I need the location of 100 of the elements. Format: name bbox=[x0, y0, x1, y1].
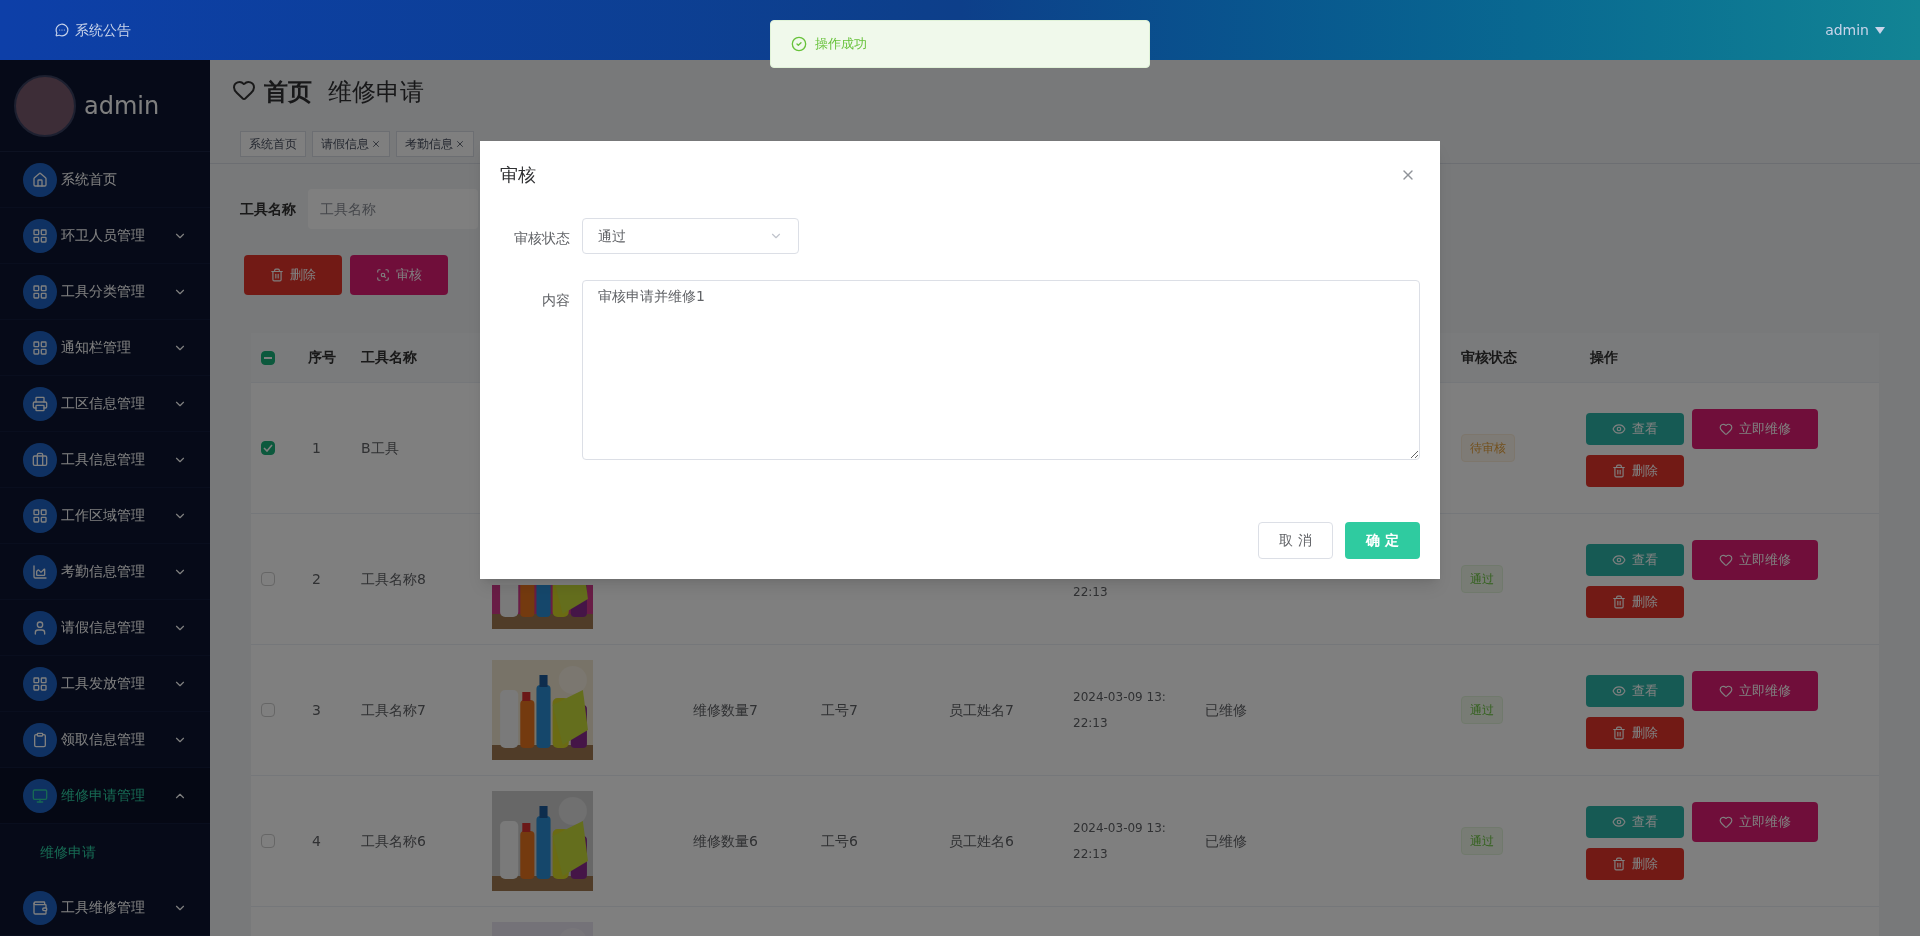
trash-icon bbox=[1612, 464, 1626, 478]
home-icon bbox=[23, 162, 57, 197]
review-button[interactable]: 审核 bbox=[350, 255, 448, 295]
row-checkbox[interactable] bbox=[261, 572, 275, 586]
caret-icon bbox=[1875, 26, 1885, 34]
page-tag[interactable]: 系统首页 bbox=[240, 130, 306, 157]
table-cell-text: 已维修 bbox=[1204, 831, 1248, 851]
table-cell-text: 员工姓名6 bbox=[948, 831, 1015, 851]
trash-icon bbox=[1612, 857, 1626, 871]
row-checkbox[interactable] bbox=[261, 441, 275, 455]
grid-icon bbox=[23, 666, 57, 701]
close-icon[interactable] bbox=[455, 138, 465, 149]
delete-button[interactable]: 删除 bbox=[1586, 848, 1684, 880]
page-tag[interactable]: 考勤信息 bbox=[396, 130, 474, 157]
sidebar-item[interactable]: 系统首页 bbox=[0, 152, 210, 208]
printer-icon bbox=[23, 386, 57, 421]
eye-icon bbox=[1612, 815, 1626, 829]
sidebar-item[interactable]: 工作区域管理 bbox=[0, 488, 210, 544]
wallet-icon bbox=[23, 890, 57, 925]
heart-icon bbox=[232, 78, 256, 102]
page-tag[interactable]: 请假信息 bbox=[312, 130, 390, 157]
grid-icon bbox=[23, 498, 57, 533]
repair-button[interactable]: 立即维修 bbox=[1692, 671, 1818, 711]
cancel-button[interactable]: 取 消 bbox=[1258, 522, 1333, 559]
eye-icon bbox=[1612, 422, 1626, 436]
table-cell-text: 4 bbox=[311, 831, 322, 851]
row-checkbox[interactable] bbox=[261, 834, 275, 848]
sidebar-item[interactable]: 通知栏管理 bbox=[0, 320, 210, 376]
column-header: 操作 bbox=[1589, 348, 1619, 367]
trash-icon bbox=[1612, 726, 1626, 740]
dialog-title: 审核 bbox=[500, 163, 536, 187]
sidebar-item[interactable]: 工具维修管理 bbox=[0, 880, 210, 936]
column-header: 审核状态 bbox=[1460, 348, 1518, 367]
message-icon bbox=[55, 23, 69, 37]
table-cell-text: 工号7 bbox=[820, 700, 859, 720]
table-cell-text: 2024-03-09 13: bbox=[1073, 689, 1167, 706]
column-header: 序号 bbox=[307, 348, 337, 367]
sidebar-user-name: admin bbox=[84, 90, 160, 122]
monitor-icon bbox=[23, 778, 57, 813]
field-label: 审核状态 bbox=[513, 229, 571, 248]
user-name[interactable]: admin bbox=[1825, 19, 1869, 41]
sidebar-item[interactable]: 工区信息管理 bbox=[0, 376, 210, 432]
heart-icon bbox=[1719, 422, 1733, 436]
sidebar-item[interactable]: 工具信息管理 bbox=[0, 432, 210, 488]
breadcrumb-item[interactable]: 首页 bbox=[264, 74, 312, 110]
grid-icon bbox=[23, 274, 57, 309]
view-button[interactable]: 查看 bbox=[1586, 413, 1684, 445]
repair-button[interactable]: 立即维修 bbox=[1692, 802, 1818, 842]
table-cell-text: 22:13 bbox=[1073, 846, 1109, 863]
sidebar-item[interactable]: 工具分类管理 bbox=[0, 264, 210, 320]
sidebar-item[interactable]: 考勤信息管理 bbox=[0, 544, 210, 600]
sidebar-subitem[interactable]: 维修申请 bbox=[0, 824, 210, 880]
table-cell-text: 22:13 bbox=[1073, 715, 1109, 732]
sidebar-item[interactable]: 请假信息管理 bbox=[0, 600, 210, 656]
row-checkbox[interactable] bbox=[261, 703, 275, 717]
delete-button[interactable]: 删除 bbox=[1586, 586, 1684, 618]
table-cell-text: B工具 bbox=[360, 438, 400, 458]
table-cell-text: 2 bbox=[311, 569, 322, 589]
grid-icon bbox=[23, 330, 57, 365]
field-label: 内容 bbox=[541, 291, 571, 310]
repair-button[interactable]: 立即维修 bbox=[1692, 409, 1818, 449]
chart-icon bbox=[23, 554, 57, 589]
view-button[interactable]: 查看 bbox=[1586, 806, 1684, 838]
heart-icon bbox=[1719, 553, 1733, 567]
toast-message: 操作成功 bbox=[815, 35, 867, 54]
table-cell-text: 工具名称7 bbox=[360, 700, 427, 720]
table-cell-text: 工号6 bbox=[820, 831, 859, 851]
delete-button[interactable]: 删除 bbox=[1586, 455, 1684, 487]
repair-button[interactable]: 立即维修 bbox=[1692, 540, 1818, 580]
check-icon bbox=[791, 36, 807, 52]
status-select[interactable]: 通过 bbox=[582, 218, 799, 254]
column-header: 工具名称 bbox=[360, 348, 418, 367]
status-tag: 通过 bbox=[1461, 565, 1503, 593]
search-label: 工具名称 bbox=[240, 199, 296, 219]
view-button[interactable]: 查看 bbox=[1586, 544, 1684, 576]
sidebar-item[interactable]: 工具发放管理 bbox=[0, 656, 210, 712]
trash-icon bbox=[1612, 595, 1626, 609]
content-field[interactable]: 审核申请并维修1 bbox=[582, 280, 1420, 460]
close-icon[interactable] bbox=[371, 138, 381, 149]
eye-icon bbox=[1612, 684, 1626, 698]
announcement-link[interactable]: 系统公告 bbox=[75, 19, 131, 41]
breadcrumb-item: 维修申请 bbox=[328, 77, 424, 108]
table-cell-text: 工具名称8 bbox=[360, 569, 427, 589]
heart-icon bbox=[1719, 684, 1733, 698]
status-tag: 通过 bbox=[1461, 696, 1503, 724]
delete-button[interactable]: 删除 bbox=[1586, 717, 1684, 749]
search-icon bbox=[376, 268, 390, 282]
table-cell-text: 已维修 bbox=[1204, 700, 1248, 720]
grid-icon bbox=[23, 218, 57, 253]
table-cell-text: 员工姓名7 bbox=[948, 700, 1015, 720]
select-all-checkbox[interactable] bbox=[261, 350, 275, 365]
delete-button[interactable]: 删除 bbox=[244, 255, 342, 295]
view-button[interactable]: 查看 bbox=[1586, 675, 1684, 707]
table-cell-text: 维修数量6 bbox=[692, 831, 759, 851]
status-tag: 待审核 bbox=[1461, 434, 1515, 462]
sidebar-item[interactable]: 环卫人员管理 bbox=[0, 208, 210, 264]
clipboard-icon bbox=[23, 722, 57, 757]
confirm-button[interactable]: 确 定 bbox=[1345, 522, 1420, 559]
table-cell-text: 1 bbox=[311, 438, 322, 458]
sidebar-item[interactable]: 维修申请管理 bbox=[0, 768, 210, 824]
